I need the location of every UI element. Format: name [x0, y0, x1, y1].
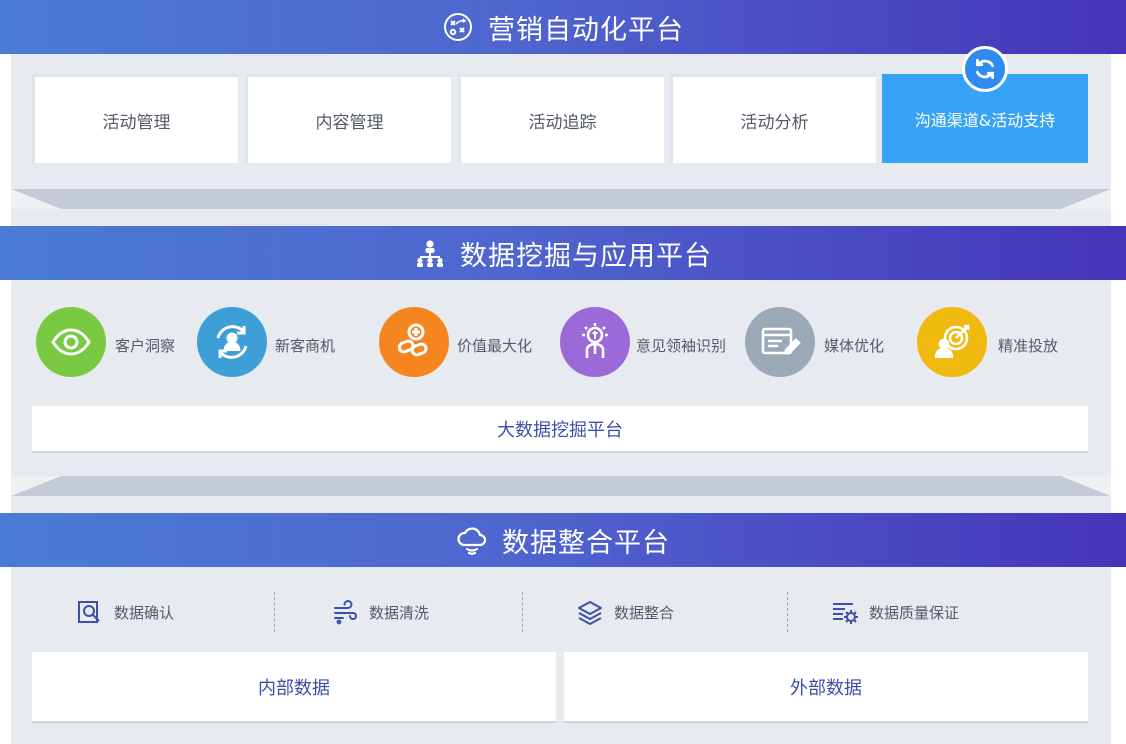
target-person-icon	[934, 324, 970, 359]
mining-title: 数据挖掘与应用平台	[460, 240, 712, 272]
gap-panel-2	[11, 496, 1111, 513]
eye-icon	[51, 328, 91, 356]
app-label: 意见领袖识别	[636, 337, 727, 355]
step-data-integration: 数据整合	[576, 598, 674, 626]
gap-panel-1	[11, 209, 1111, 226]
integration-banner: 数据整合平台	[0, 513, 1126, 567]
box-label: 活动追踪	[528, 112, 597, 133]
refresh-icon	[962, 46, 1008, 92]
link-plus-icon	[397, 323, 428, 357]
box-label: 外部数据	[790, 677, 862, 699]
media-edit-icon	[761, 327, 801, 355]
step-label: 数据质量保证	[869, 603, 960, 622]
app-opinion-leader[interactable]	[560, 307, 630, 377]
strategy-icon	[442, 11, 474, 43]
box-content-management[interactable]: 内容管理	[245, 74, 451, 163]
search-doc-icon	[78, 601, 100, 623]
box-label: 沟通渠道&活动支持	[914, 110, 1056, 130]
external-data-box[interactable]: 外部数据	[564, 652, 1088, 721]
step-data-quality: 数据质量保证	[831, 598, 959, 626]
internal-data-box[interactable]: 内部数据	[32, 652, 556, 721]
settings-list-icon	[833, 603, 858, 624]
box-label: 内部数据	[258, 677, 330, 699]
step-label: 数据清洗	[369, 603, 430, 622]
box-activity-analysis[interactable]: 活动分析	[670, 74, 876, 163]
app-media-optimization[interactable]	[745, 307, 815, 377]
connector-1	[11, 189, 1111, 209]
step-label: 数据整合	[614, 603, 675, 622]
app-label: 客户洞察	[115, 337, 176, 355]
org-chart-icon	[414, 237, 446, 269]
integration-title: 数据整合平台	[502, 527, 670, 559]
step-data-confirm: 数据确认	[76, 598, 174, 626]
box-activity-tracking[interactable]: 活动追踪	[458, 74, 664, 163]
app-label: 价值最大化	[457, 337, 533, 355]
people-cycle-icon	[216, 325, 248, 359]
app-customer-insight[interactable]	[36, 307, 106, 377]
box-label: 大数据挖掘平台	[497, 419, 623, 441]
app-precise-delivery[interactable]	[917, 307, 987, 377]
mining-banner: 数据挖掘与应用平台	[0, 226, 1126, 280]
marketing-title: 营销自动化平台	[488, 14, 684, 46]
app-value-max[interactable]	[379, 307, 449, 377]
divider	[274, 592, 275, 632]
box-label: 内容管理	[315, 112, 384, 133]
app-label: 媒体优化	[824, 337, 885, 355]
connector-2	[11, 476, 1111, 496]
box-label: 活动分析	[740, 112, 809, 133]
divider	[787, 592, 788, 632]
divider	[522, 592, 523, 632]
box-activity-management[interactable]: 活动管理	[32, 74, 238, 163]
leader-bulb-icon	[582, 323, 608, 358]
app-label: 新客商机	[275, 337, 336, 355]
marketing-banner: 营销自动化平台	[0, 0, 1126, 54]
step-label: 数据确认	[114, 603, 175, 622]
layers-icon	[578, 601, 602, 625]
step-data-cleaning: 数据清洗	[331, 598, 429, 626]
big-data-platform-box[interactable]: 大数据挖掘平台	[32, 406, 1088, 451]
app-label: 精准投放	[998, 337, 1059, 355]
wind-icon	[334, 600, 357, 625]
app-new-opportunity[interactable]	[197, 307, 267, 377]
cloud-icon	[456, 524, 488, 556]
box-label: 活动管理	[102, 112, 171, 133]
